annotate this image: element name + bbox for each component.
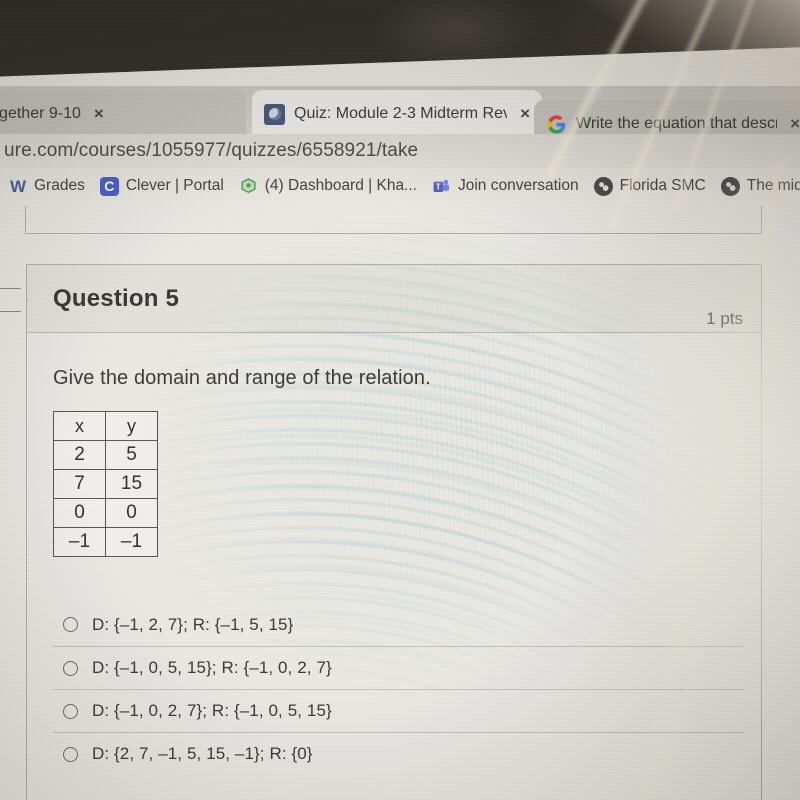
answer-choice-0[interactable]: D: {–1, 2, 7}; R: {–1, 5, 15} bbox=[53, 603, 745, 646]
quiz-page: Question 5 1 pts Give the domain and ran… bbox=[0, 204, 800, 800]
answer-choices: D: {–1, 2, 7}; R: {–1, 5, 15} D: {–1, 0,… bbox=[52, 603, 745, 775]
question-points: 1 pts bbox=[706, 309, 743, 328]
tab-close-icon[interactable]: × bbox=[786, 114, 800, 134]
tab-title: Write the equation that describe bbox=[576, 115, 778, 132]
relation-table: x y 2 5 7 15 0 0 –1 –1 bbox=[52, 411, 158, 557]
table-cell-y: –1 bbox=[105, 527, 158, 557]
answer-choice-label: D: {–1, 0, 2, 7}; R: {–1, 0, 5, 15} bbox=[92, 701, 332, 720]
bookmark-label: Join conversation bbox=[457, 177, 579, 194]
bookmark-florida-smc[interactable]: Florida SMC bbox=[593, 176, 706, 196]
table-cell-y: 0 bbox=[105, 498, 158, 528]
table-cell-x: 7 bbox=[53, 469, 106, 499]
bookmark-join-conversation[interactable]: T Join conversation bbox=[432, 177, 579, 196]
khan-academy-icon bbox=[239, 177, 258, 196]
teams-icon: T bbox=[432, 177, 451, 196]
question-flag-icon[interactable] bbox=[0, 288, 28, 312]
w-icon: W bbox=[9, 176, 26, 196]
answer-choice-label: D: {–1, 2, 7}; R: {–1, 5, 15} bbox=[92, 614, 294, 634]
table-header-y: y bbox=[105, 411, 158, 441]
question-body: Give the domain and range of the relatio… bbox=[27, 333, 761, 800]
tab-close-icon[interactable]: × bbox=[516, 104, 534, 124]
answer-choice-2[interactable]: D: {–1, 0, 2, 7}; R: {–1, 0, 5, 15} bbox=[52, 689, 745, 732]
tab-close-icon[interactable]: × bbox=[90, 104, 108, 124]
table-cell-x: 2 bbox=[53, 440, 106, 470]
tab-title: lt Together 9-10 bbox=[0, 105, 81, 122]
browser-tab-0[interactable]: lt Together 9-10 × bbox=[0, 90, 246, 138]
answer-choice-3[interactable]: D: {2, 7, –1, 5, 15, –1}; R: {0} bbox=[52, 732, 745, 775]
previous-question-box bbox=[24, 206, 762, 234]
table-row: 2 5 bbox=[53, 440, 158, 470]
table-header-x: x bbox=[53, 411, 106, 441]
bookmark-the-middle[interactable]: The middle bbox=[720, 176, 800, 196]
table-cell-y: 15 bbox=[105, 469, 158, 499]
globe-icon bbox=[593, 176, 613, 196]
bookmark-label: (4) Dashboard | Kha... bbox=[264, 177, 417, 194]
bookmark-grades[interactable]: W Grades bbox=[8, 177, 85, 196]
bookmark-khan-dashboard[interactable]: (4) Dashboard | Kha... bbox=[239, 177, 417, 196]
page-title: Question 5 bbox=[53, 284, 180, 312]
question-header: Question 5 bbox=[26, 265, 761, 333]
globe-icon bbox=[720, 176, 740, 196]
svg-text:T: T bbox=[436, 182, 441, 191]
canvas-icon bbox=[264, 103, 285, 125]
table-header-row: x y bbox=[53, 411, 158, 441]
c-icon: C bbox=[99, 176, 119, 196]
monitor-screen: lt Together 9-10 × Quiz: Module 2-3 Midt… bbox=[0, 45, 800, 800]
bookmark-label: The middle bbox=[746, 177, 800, 194]
question-container: Question 5 1 pts Give the domain and ran… bbox=[26, 264, 763, 800]
browser-tab-1[interactable]: Quiz: Module 2-3 Midterm Revie × bbox=[251, 90, 542, 138]
radio-button[interactable] bbox=[62, 703, 79, 719]
radio-button[interactable] bbox=[62, 617, 78, 632]
bookmark-label: Clever | Portal bbox=[125, 177, 224, 194]
table-row: 0 0 bbox=[53, 498, 158, 528]
table-cell-x: 0 bbox=[53, 498, 106, 528]
bookmark-label: Grades bbox=[33, 177, 85, 194]
radio-button[interactable] bbox=[62, 660, 78, 676]
url-text: ure.com/courses/1055977/quizzes/6558921/… bbox=[3, 140, 419, 161]
screenshot-root: lt Together 9-10 × Quiz: Module 2-3 Midt… bbox=[0, 0, 800, 800]
bookmark-clever-portal[interactable]: C Clever | Portal bbox=[99, 176, 224, 196]
table-cell-x: –1 bbox=[53, 527, 106, 557]
address-bar[interactable]: ure.com/courses/1055977/quizzes/6558921/… bbox=[0, 134, 800, 168]
radio-button[interactable] bbox=[62, 746, 78, 762]
table-row: –1 –1 bbox=[53, 527, 158, 557]
browser-tabstrip: lt Together 9-10 × Quiz: Module 2-3 Midt… bbox=[0, 86, 800, 148]
answer-choice-label: D: {2, 7, –1, 5, 15, –1}; R: {0} bbox=[92, 743, 313, 763]
table-cell-y: 5 bbox=[105, 440, 158, 470]
answer-choice-label: D: {–1, 0, 5, 15}; R: {–1, 0, 2, 7} bbox=[92, 658, 332, 677]
table-row: 7 15 bbox=[53, 469, 158, 499]
bookmark-label: Florida SMC bbox=[619, 177, 706, 194]
bookmarks-bar: W Grades C Clever | Portal (4) Dashboard… bbox=[0, 168, 800, 204]
google-icon bbox=[546, 114, 567, 135]
tab-title: Quiz: Module 2-3 Midterm Revie bbox=[294, 105, 508, 122]
answer-choice-1[interactable]: D: {–1, 0, 5, 15}; R: {–1, 0, 2, 7} bbox=[52, 646, 745, 689]
question-prompt: Give the domain and range of the relatio… bbox=[52, 367, 431, 389]
